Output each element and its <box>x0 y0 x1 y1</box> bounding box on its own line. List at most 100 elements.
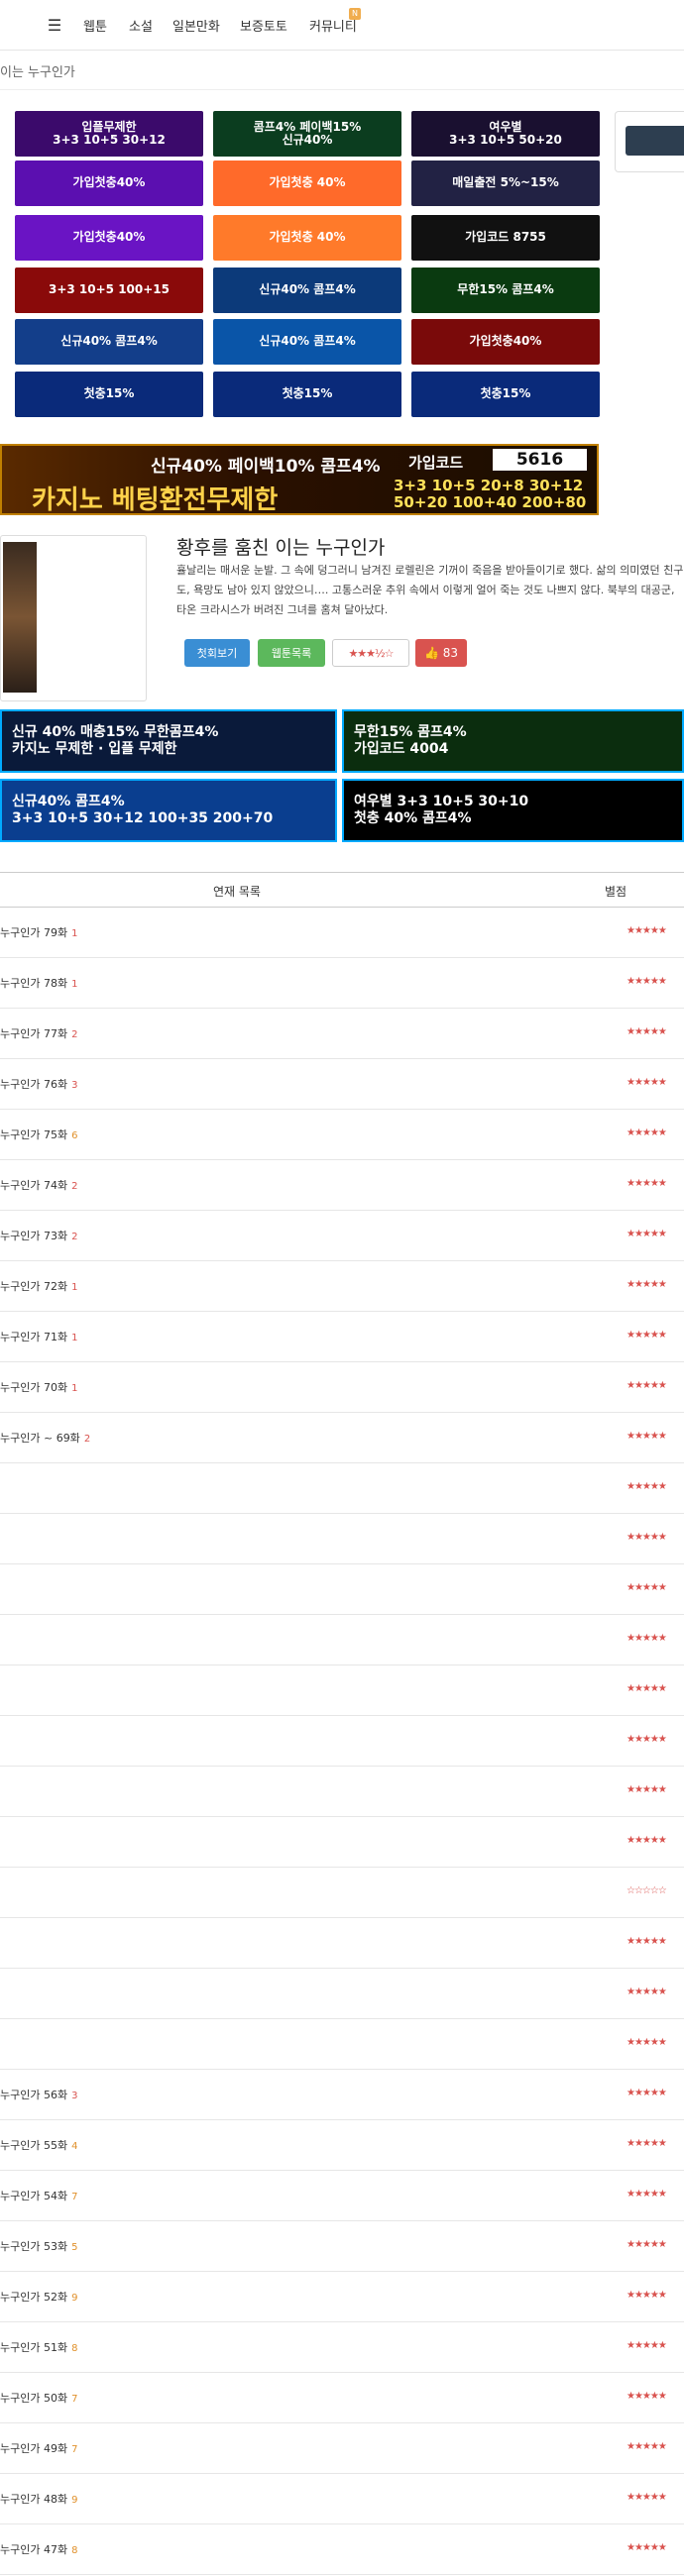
ad-banner[interactable]: 콤프4% 페이백15% 신규40% <box>213 111 401 157</box>
episode-row[interactable]: ★★★★★ <box>0 1463 684 1514</box>
episode-row[interactable]: 누구인가 53화 5 ★★★★★ <box>0 2221 684 2272</box>
episode-row[interactable]: 누구인가 79화 1 ★★★★★ <box>0 908 684 958</box>
ad-banner[interactable]: 3+3 10+5 100+15 <box>15 268 203 313</box>
episode-row[interactable]: 누구인가 47화 8 ★★★★★ <box>0 2524 684 2575</box>
ad-banner[interactable]: 가입첫충40% <box>15 161 203 206</box>
hamburger-menu-icon[interactable]: ☰ <box>40 12 69 38</box>
episode-row[interactable]: 누구인가 70화 1 ★★★★★ <box>0 1362 684 1413</box>
ad-banner[interactable]: 무한15% 콤프4% <box>411 268 600 313</box>
episode-row[interactable]: 누구인가 52화 9 ★★★★★ <box>0 2272 684 2322</box>
episode-title[interactable]: 누구인가 52화 9 <box>0 2289 77 2305</box>
episode-list-button[interactable]: 웹툰목록 <box>258 639 325 667</box>
episode-title[interactable] <box>0 1480 4 1493</box>
episode-row[interactable]: ★★★★★ <box>0 2019 684 2070</box>
episode-row[interactable]: 누구인가 56화 3 ★★★★★ <box>0 2070 684 2120</box>
episode-title[interactable]: 누구인가 54화 7 <box>0 2188 77 2203</box>
ad-banner[interactable]: 매일출전 5%~15% <box>411 161 600 206</box>
episode-row[interactable]: 누구인가 50화 7 ★★★★★ <box>0 2373 684 2423</box>
episode-title[interactable] <box>0 1682 4 1695</box>
series-cover[interactable] <box>0 535 147 701</box>
ad-banner[interactable]: 입플무제한 3+3 10+5 30+12 <box>15 111 203 157</box>
episode-row[interactable]: 누구인가 78화 1 ★★★★★ <box>0 958 684 1009</box>
episode-row[interactable]: ★★★★★ <box>0 1665 684 1716</box>
ad-banner[interactable]: 신규40% 콤프4% <box>213 268 401 313</box>
episode-row[interactable]: ★★★★★ <box>0 1918 684 1969</box>
like-button[interactable]: 👍 83 <box>415 639 467 667</box>
nav-item-webtoon[interactable]: 웹툰 <box>83 0 107 50</box>
ad-banner[interactable]: 가입첫충40% <box>411 319 600 365</box>
episode-title[interactable]: 누구인가 77화 2 <box>0 1025 77 1041</box>
episode-title[interactable]: 누구인가 76화 3 <box>0 1076 77 1092</box>
ad-banner[interactable]: 신규40% 콤프4% <box>213 319 401 365</box>
episode-title[interactable]: 누구인가 55화 4 <box>0 2137 77 2153</box>
episode-title[interactable]: 누구인가 74화 2 <box>0 1177 77 1193</box>
episode-row[interactable]: 누구인가 ~ 69화 2 ★★★★★ <box>0 1413 684 1463</box>
episode-row[interactable]: ★★★★★ <box>0 1817 684 1868</box>
episode-row[interactable]: ★★★★★ <box>0 1615 684 1665</box>
episode-title[interactable]: 누구인가 53화 5 <box>0 2238 77 2254</box>
episode-row[interactable]: 누구인가 77화 2 ★★★★★ <box>0 1009 684 1059</box>
episode-title[interactable]: 누구인가 56화 3 <box>0 2087 77 2102</box>
mid-ad-banner[interactable]: 여우별 3+3 10+5 30+10 첫충 40% 콤프4% <box>342 779 684 842</box>
episode-title[interactable] <box>0 1935 4 1948</box>
ad-banner[interactable]: 가입첫충 40% <box>213 215 401 261</box>
wide-ad-banner[interactable]: 신규40% 페이백10% 콤프4% 카지노 베팅환전무제한 가입코드 5616 … <box>0 444 599 515</box>
ad-banner[interactable]: 가입첫충 40% <box>213 161 401 206</box>
first-episode-button[interactable]: 첫회보기 <box>184 639 250 667</box>
episode-title[interactable]: 누구인가 73화 2 <box>0 1228 77 1243</box>
nav-item-japanese-manga[interactable]: 일본만화 <box>172 0 220 50</box>
nav-item-novel[interactable]: 소설 <box>129 0 153 50</box>
episode-title[interactable] <box>0 1884 4 1897</box>
episode-row[interactable]: 누구인가 76화 3 ★★★★★ <box>0 1059 684 1110</box>
episode-title[interactable] <box>0 1531 4 1544</box>
mid-ad-banner[interactable]: 무한15% 콤프4% 가입코드 4004 <box>342 709 684 773</box>
episode-row[interactable]: 누구인가 72화 1 ★★★★★ <box>0 1261 684 1312</box>
episode-row[interactable]: 누구인가 74화 2 ★★★★★ <box>0 1160 684 1211</box>
episode-row[interactable]: ☆☆☆☆☆ <box>0 1868 684 1918</box>
episode-row[interactable]: 누구인가 51화 8 ★★★★★ <box>0 2322 684 2373</box>
episode-title[interactable] <box>0 1986 4 1998</box>
episode-title[interactable]: 누구인가 72화 1 <box>0 1278 77 1294</box>
episode-title[interactable]: 누구인가 79화 1 <box>0 924 77 940</box>
episode-title[interactable]: 누구인가 49화 7 <box>0 2440 77 2456</box>
episode-title[interactable]: 누구인가 47화 8 <box>0 2541 77 2557</box>
ad-banner[interactable]: 첫충15% <box>411 372 600 417</box>
episode-row[interactable]: 누구인가 73화 2 ★★★★★ <box>0 1211 684 1261</box>
episode-title[interactable]: 누구인가 78화 1 <box>0 975 77 991</box>
episode-title[interactable] <box>0 2036 4 2049</box>
ad-banner[interactable]: 첫충15% <box>15 372 203 417</box>
episode-title[interactable] <box>0 1834 4 1847</box>
episode-title[interactable]: 누구인가 51화 8 <box>0 2339 77 2355</box>
episode-row[interactable]: 누구인가 55화 4 ★★★★★ <box>0 2120 684 2171</box>
episode-title[interactable]: 누구인가 71화 1 <box>0 1329 77 1344</box>
episode-row[interactable]: 누구인가 75화 6 ★★★★★ <box>0 1110 684 1160</box>
episode-title[interactable]: 누구인가 48화 9 <box>0 2491 77 2507</box>
episode-row[interactable]: ★★★★★ <box>0 1969 684 2019</box>
episode-row[interactable]: ★★★★★ <box>0 1564 684 1615</box>
ad-banner[interactable]: 가입첫충40% <box>15 215 203 261</box>
ad-banner[interactable]: 첫충15% <box>213 372 401 417</box>
episode-title[interactable] <box>0 1733 4 1746</box>
ad-banner[interactable]: 여우별 3+3 10+5 50+20 <box>411 111 600 157</box>
nav-item-toto[interactable]: 보증토토 <box>240 0 287 50</box>
episode-title[interactable]: 누구인가 ~ 69화 2 <box>0 1430 90 1446</box>
episode-title[interactable]: 누구인가 70화 1 <box>0 1379 77 1395</box>
mid-ad-banner[interactable]: 신규 40% 매충15% 무한콤프4% 카지노 무제한 · 입플 무제한 <box>0 709 337 773</box>
episode-row[interactable]: ★★★★★ <box>0 1716 684 1767</box>
episode-row[interactable]: ★★★★★ <box>0 1767 684 1817</box>
ad-banner[interactable]: 가입코드 8755 <box>411 215 600 261</box>
episode-title[interactable] <box>0 1581 4 1594</box>
episode-row[interactable]: 누구인가 54화 7 ★★★★★ <box>0 2171 684 2221</box>
episode-row[interactable]: 누구인가 71화 1 ★★★★★ <box>0 1312 684 1362</box>
mid-ad-banner[interactable]: 신규40% 콤프4% 3+3 10+5 30+12 100+35 200+70 <box>0 779 337 842</box>
rating-stars[interactable]: ★★★½☆ <box>332 639 409 667</box>
episode-title[interactable] <box>0 1632 4 1645</box>
episode-row[interactable]: 누구인가 49화 7 ★★★★★ <box>0 2423 684 2474</box>
ad-banner[interactable]: 신규40% 콤프4% <box>15 319 203 365</box>
episode-title[interactable]: 누구인가 50화 7 <box>0 2390 77 2406</box>
episode-title[interactable]: 누구인가 75화 6 <box>0 1127 77 1142</box>
episode-row[interactable]: 누구인가 48화 9 ★★★★★ <box>0 2474 684 2524</box>
side-widget-button[interactable] <box>626 126 684 156</box>
episode-row[interactable]: ★★★★★ <box>0 1514 684 1564</box>
episode-title[interactable] <box>0 1783 4 1796</box>
